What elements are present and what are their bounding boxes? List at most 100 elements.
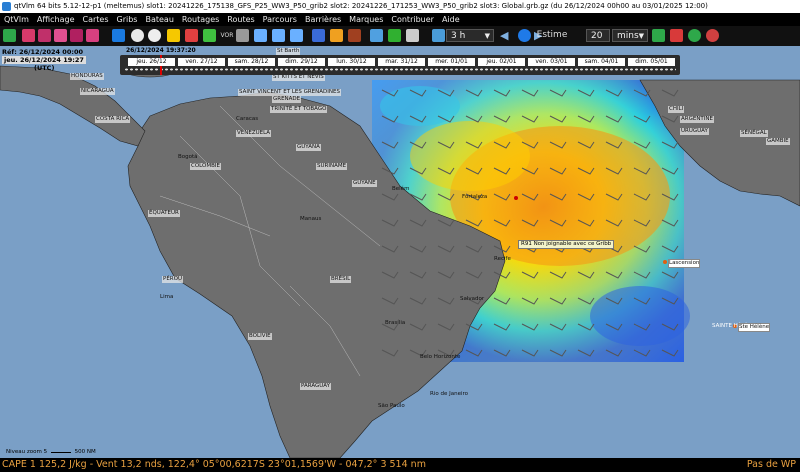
label-bogota: Bogotá (178, 154, 198, 160)
routing-icon[interactable] (112, 29, 125, 42)
estime-label: Estime (536, 30, 568, 40)
timeline-bar[interactable]: jeu. 26/12 ven. 27/12 sam. 28/12 dim. 29/12… (120, 55, 680, 75)
menu-3[interactable]: Gribs (113, 13, 142, 26)
label-honduras: HONDURAS (70, 73, 104, 80)
compass-icon[interactable] (131, 29, 144, 42)
menu-bar: QtVlm Affichage Cartes Gribs Bateau Routages R… (0, 13, 800, 26)
cape-cool-zone (380, 86, 460, 126)
scale-bar (50, 452, 71, 453)
timeline-day[interactable]: mar. 31/12 (378, 58, 425, 66)
label-senegal: CHILI (668, 106, 685, 113)
timeline-day[interactable]: jeu. 26/12 (128, 58, 175, 66)
menu-0[interactable]: QtVlm (0, 13, 33, 26)
mark-icon[interactable] (330, 29, 343, 42)
timeline-day[interactable]: ven. 03/01 (528, 58, 575, 66)
ref-date: Réf: 26/12/2024 00:00 (2, 48, 83, 56)
label-guyane: GUYANE (352, 180, 377, 187)
timeline-day[interactable]: sam. 04/01 (578, 58, 625, 66)
wind-icon[interactable] (38, 29, 51, 42)
label-recife: Recife (494, 256, 511, 262)
refresh-icon[interactable] (388, 29, 401, 42)
zoom-fit-icon[interactable] (290, 29, 303, 42)
back-icon[interactable] (3, 29, 16, 42)
label-lascension[interactable]: Lascension (668, 259, 701, 268)
label-belo-horizonte: Belo Horizonte (420, 354, 461, 360)
play-icon[interactable] (518, 29, 531, 42)
timezone: (UTC) (34, 64, 55, 72)
timeline-day[interactable]: sam. 28/12 (228, 58, 275, 66)
prev-icon[interactable]: ◀ (500, 29, 513, 42)
lifebuoy-icon[interactable] (706, 29, 719, 42)
zoom-in-icon[interactable] (254, 29, 267, 42)
timeline-day[interactable]: ven. 27/12 (178, 58, 225, 66)
app-icon (2, 1, 11, 11)
timeline-day[interactable]: dim. 05/01 (628, 58, 675, 66)
minutes-value: 20 (591, 31, 603, 41)
menu-9[interactable]: Marques (345, 13, 387, 26)
label-sao-paulo: São Paulo (378, 403, 405, 409)
current-date: jeu. 26/12/2024 19:27 (2, 56, 86, 64)
menu-5[interactable]: Routages (178, 13, 223, 26)
toolbar: ◀ ▶ VOR 3 h ▼ Estime 20 mins ▼ (0, 26, 800, 46)
scale-distance: 500 NM (74, 449, 96, 455)
boat-marker[interactable] (514, 196, 518, 200)
label-manaus: Manaus (300, 216, 322, 222)
menu-4[interactable]: Bateau (141, 13, 177, 26)
timeline-current-time: 26/12/2024 19:37:20 (126, 47, 196, 54)
label-colombie: COLOMBIE (190, 163, 221, 170)
minutes-spinbox[interactable]: 20 (586, 29, 610, 42)
timeline-day[interactable]: dim. 29/12 (278, 58, 325, 66)
menu-7[interactable]: Parcours (259, 13, 301, 26)
record-icon[interactable] (670, 29, 683, 42)
label-belem: Belém (392, 186, 410, 192)
label-equateur: ÉQUATEUR (148, 210, 180, 217)
cape-cool-zone-2 (590, 286, 690, 346)
label-guinee: URUGUAY (680, 128, 709, 135)
timeline-day[interactable]: mer. 01/01 (428, 58, 475, 66)
menu-1[interactable]: Affichage (33, 13, 79, 26)
menu-2[interactable]: Cartes (79, 13, 113, 26)
boat-o-icon[interactable] (22, 29, 35, 42)
sync-icon[interactable] (688, 29, 701, 42)
time-step-value: 3 h (451, 31, 466, 41)
label-nicaragua: NICARAGUA (80, 88, 115, 95)
a13-icon[interactable] (185, 29, 198, 42)
menu-8[interactable]: Barrières (301, 13, 345, 26)
current-icon[interactable] (70, 29, 83, 42)
grib-dl-icon[interactable] (370, 29, 383, 42)
unit-select[interactable]: mins ▼ (612, 29, 648, 42)
label-ste-helene[interactable]: Ste Hélène (738, 323, 771, 332)
time-step-select[interactable]: 3 h ▼ (446, 29, 494, 42)
grib-icon[interactable] (312, 29, 325, 42)
menu-11[interactable]: Aide (438, 13, 464, 26)
settings-icon[interactable] (406, 29, 419, 42)
label-fortaleza: Fortaleza (462, 194, 488, 200)
vor-icon[interactable] (236, 29, 249, 42)
label-st-barth[interactable]: St Barth (276, 48, 301, 55)
wave-icon[interactable] (86, 29, 99, 42)
bulb-icon[interactable] (167, 29, 180, 42)
gust-icon[interactable] (54, 29, 67, 42)
boat-popup[interactable]: R91 Non joignable avec ce Gribb (518, 240, 615, 249)
cape-warm-zone (410, 121, 530, 191)
label-brasilia: Brasília (385, 320, 406, 326)
menu-6[interactable]: Routes (223, 13, 258, 26)
status-readout: CAPE 1 125,2 J/kg - Vent 13,2 nds, 122,4… (2, 459, 426, 470)
menu-10[interactable]: Contribuer (387, 13, 438, 26)
title-bar: qtVlm 64 bits 5.12-12-p1 (meltemus) slot… (0, 0, 800, 13)
a13b-icon[interactable] (203, 29, 216, 42)
timeline-day[interactable]: lun. 30/12 (328, 58, 375, 66)
reference-time-box: Réf: 26/12/2024 00:00 jeu. 26/12/2024 19… (2, 48, 86, 72)
map-scale: Niveau zoom 5 500 NM (6, 449, 96, 455)
earth-icon[interactable] (432, 29, 445, 42)
timeline-day[interactable]: jeu. 02/01 (478, 58, 525, 66)
label-st-vincent: SAINT VINCENT ET LES GRENADINES (238, 89, 341, 96)
zoom-out-icon[interactable] (272, 29, 285, 42)
label-venezuela: VENEZUELA (236, 130, 272, 137)
bell-icon[interactable] (652, 29, 665, 42)
vor-label[interactable]: VOR (220, 29, 234, 42)
arrow-icon[interactable] (348, 29, 361, 42)
map-area[interactable]: R91 Non joignable avec ce Gribb St Barth… (0, 46, 800, 458)
info-icon[interactable] (148, 29, 161, 42)
waypoint-ascension[interactable] (663, 260, 667, 264)
